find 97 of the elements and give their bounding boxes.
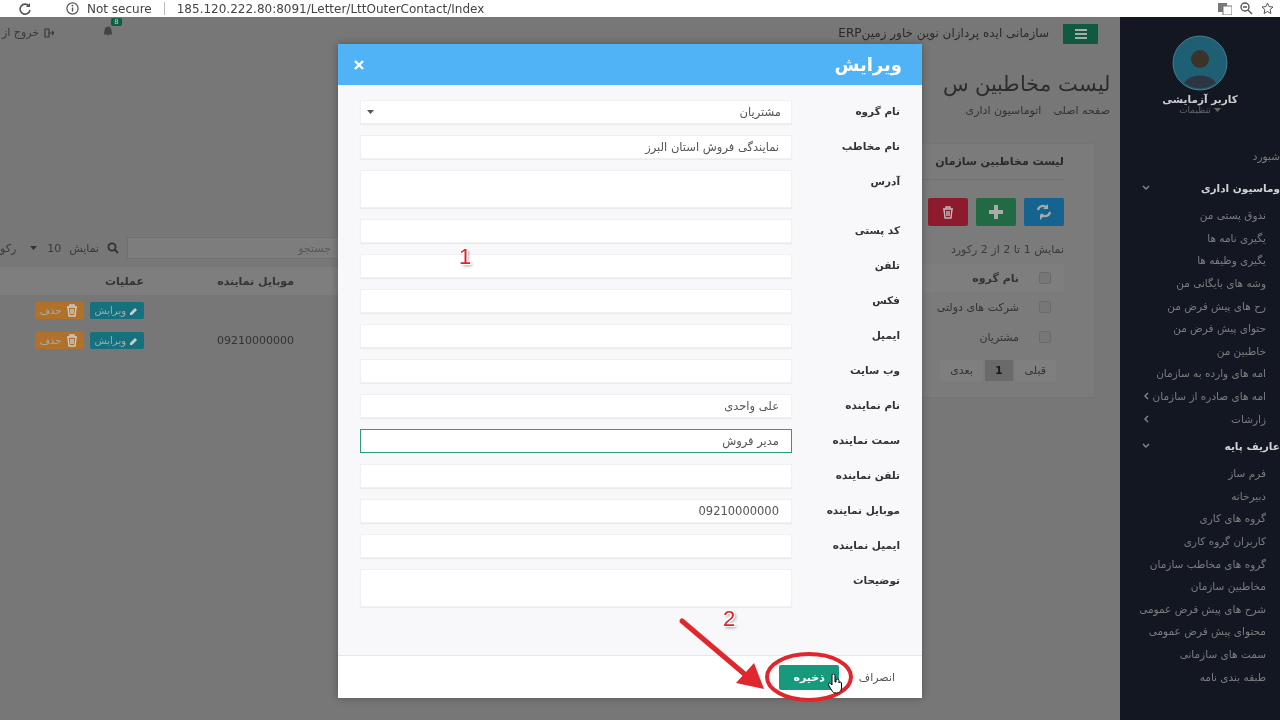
menu-item[interactable]: وشه های بایگانی من: [1176, 277, 1266, 290]
refresh-button[interactable]: [1024, 198, 1064, 226]
menu-item[interactable]: حتوای پیش فرض من: [1173, 322, 1266, 335]
input-field[interactable]: نمایندگی فروش استان البرز: [360, 135, 792, 159]
menu-item[interactable]: یگیری نامه ها: [1207, 231, 1266, 244]
delete-icon: [941, 205, 955, 219]
page-size-select[interactable]: 10: [30, 241, 62, 255]
menu-icon: [1074, 29, 1087, 39]
settings-link[interactable]: تنظیمات: [1179, 105, 1221, 115]
menu-item[interactable]: گروه های کاری: [1199, 512, 1266, 525]
menu-item[interactable]: امه های صادره از سازمان: [1152, 390, 1266, 403]
select-field[interactable]: مشتریان: [360, 100, 792, 124]
field-label: نام نماینده: [844, 398, 900, 411]
field-label: فکس: [871, 293, 900, 306]
caret-icon: [367, 109, 374, 115]
table-cell-text: 09210000000: [216, 333, 295, 347]
page-button[interactable]: 1: [984, 360, 1013, 381]
edit-button[interactable]: ویرایش: [89, 301, 144, 319]
menu-item[interactable]: دبیرخانه: [1231, 489, 1266, 502]
menu-item[interactable]: شرح های پیش فرض عمومی: [1139, 602, 1266, 615]
step-number: 2: [723, 606, 736, 632]
table-cell: مشتریان: [979, 330, 1019, 344]
close-icon: [354, 59, 364, 70]
field-label: ایمیل نماینده: [831, 538, 900, 551]
menu-item[interactable]: شبورد: [1252, 150, 1280, 162]
field-label: تلفن نماینده: [834, 468, 900, 481]
menu-item[interactable]: طبقه بندی نامه: [1199, 670, 1266, 683]
add-button[interactable]: [976, 198, 1016, 226]
breadcrumb-link[interactable]: صفحه اصلی: [1053, 104, 1110, 117]
app-title: ERPسازمانی ایده پردازان نوین خاور زمین: [838, 26, 1049, 40]
page-button[interactable]: قبلی: [1014, 360, 1056, 381]
menu-item[interactable]: زارشات: [1231, 412, 1266, 425]
pencil-icon: [129, 305, 139, 315]
modal-title: ویرایش: [834, 54, 902, 75]
input-field[interactable]: 09210000000: [360, 499, 792, 523]
menu-item[interactable]: رح های پیش فرض من: [1167, 299, 1266, 312]
show-label: نمایش: [69, 241, 100, 255]
trash-icon: [64, 303, 79, 317]
user-name: کاربر آزمایشی: [1162, 93, 1238, 105]
trash-icon: [64, 333, 79, 347]
logout-icon: [44, 27, 55, 38]
user-avatar-icon: [1172, 35, 1228, 91]
add-icon: [987, 203, 1005, 221]
field-label: نام گروه: [854, 104, 900, 117]
menu-item[interactable]: سمت های سازمانی: [1179, 648, 1266, 660]
column-header: نام گروه: [972, 271, 1019, 285]
notification-button[interactable]: [102, 24, 115, 37]
menu-item[interactable]: امه های وارده به سازمان: [1156, 367, 1266, 380]
translate-icon[interactable]: [1218, 2, 1232, 15]
records-label: رکو: [0, 241, 17, 255]
field-label: نام مخاطب: [840, 139, 900, 152]
menu-item[interactable]: عاریف پایه: [1224, 439, 1280, 452]
records-info: نمایش 1 تا 2 از 2 رکورد: [949, 243, 1064, 256]
menu-item[interactable]: ندوق پستی من: [1199, 209, 1266, 222]
menu-item[interactable]: کاربران گروه کاری: [1183, 535, 1266, 547]
menu-item[interactable]: وماسیون اداری: [1200, 182, 1280, 194]
field-label: ایمیل: [870, 328, 900, 341]
menu-item[interactable]: یگیری وظیفه ها: [1197, 254, 1266, 267]
pencil-icon: [129, 335, 139, 345]
menu-button[interactable]: [1063, 24, 1098, 44]
column-header: عملیات: [103, 274, 145, 288]
close-button[interactable]: [354, 59, 364, 70]
url-text[interactable]: 185.120.222.80:8091/Letter/LttOuterContact/Index: [176, 1, 485, 16]
page-title: لیست مخاطبین س: [941, 72, 1110, 99]
field-label: کد پستی: [853, 223, 900, 236]
field-label: توضیحات: [851, 573, 900, 586]
field-label: موبایل نماینده: [825, 503, 900, 516]
cancel-link[interactable]: انصراف: [858, 670, 895, 684]
bell-icon: [102, 24, 115, 37]
star-icon[interactable]: [1261, 2, 1274, 15]
page-button[interactable]: بعدی: [940, 360, 983, 381]
menu-item[interactable]: فرم ساز: [1228, 467, 1266, 480]
breadcrumb-link[interactable]: اتوماسیون اداری: [965, 104, 1042, 117]
caret-icon: [30, 245, 38, 251]
column-header: موبایل نماینده: [216, 274, 295, 288]
hand-cursor-icon: [828, 674, 842, 694]
field-label: سمت نماینده: [831, 433, 900, 446]
search-icon: [107, 242, 120, 254]
menu-item[interactable]: مخاطبین سازمان: [1190, 580, 1266, 593]
refresh-icon: [1035, 203, 1053, 221]
delete-button[interactable]: [928, 198, 968, 226]
info-icon: [66, 2, 79, 15]
table-cell: شرکت های دولتی: [936, 300, 1019, 314]
field-label: تلفن: [873, 258, 900, 271]
step-number: 1: [459, 244, 472, 270]
security-label: Not secure: [87, 1, 152, 16]
field-label: آدرس: [869, 174, 900, 187]
field-label: وب سایت: [848, 363, 900, 376]
menu-item[interactable]: خاطبین من: [1216, 344, 1266, 357]
input-field[interactable]: مدیر فروش: [360, 429, 792, 453]
zoom-out-icon[interactable]: [1240, 2, 1253, 15]
reload-icon[interactable]: [18, 1, 32, 16]
menu-item[interactable]: محتوای پیش فرض عمومی: [1148, 625, 1266, 638]
caret-icon: [1213, 107, 1221, 113]
edit-button[interactable]: ویرایش: [89, 331, 144, 349]
menu-item[interactable]: گروه های مخاطب سازمان: [1149, 557, 1266, 570]
input-field[interactable]: علی واحدی: [360, 394, 792, 418]
